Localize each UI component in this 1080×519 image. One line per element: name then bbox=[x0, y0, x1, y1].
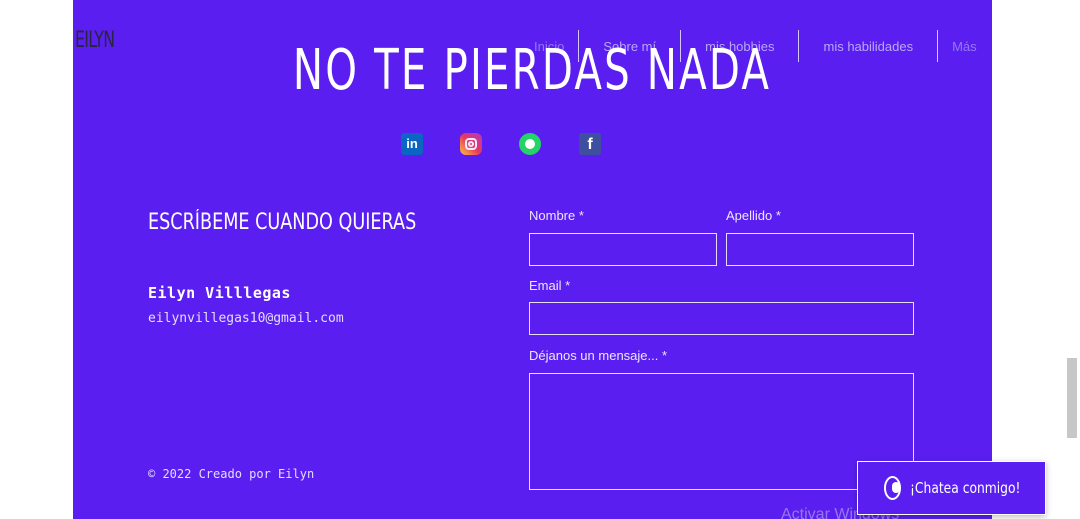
apellido-label: Apellido * bbox=[726, 208, 781, 223]
email-field[interactable] bbox=[529, 302, 914, 335]
chat-button[interactable]: ¡Chatea conmigo! bbox=[857, 461, 1046, 515]
instagram-icon[interactable] bbox=[460, 133, 482, 155]
contact-name: Eilyn Villlegas bbox=[148, 284, 291, 302]
whatsapp-icon[interactable] bbox=[519, 133, 541, 155]
message-label: Déjanos un mensaje... * bbox=[529, 348, 668, 363]
copyright: © 2022 Creado por Eilyn bbox=[148, 467, 315, 481]
contact-title: ESCRÍBEME CUANDO QUIERAS bbox=[148, 210, 417, 235]
headline: NO TE PIERDAS NADA bbox=[292, 38, 772, 103]
email-label: Email * bbox=[529, 278, 571, 293]
page: EILYN Inicio Sobre mí mis hobbies mis ha… bbox=[0, 0, 1080, 519]
linkedin-icon[interactable]: in bbox=[401, 133, 423, 155]
site-logo[interactable]: EILYN bbox=[75, 28, 115, 53]
nombre-field[interactable] bbox=[529, 233, 717, 266]
contact-email[interactable]: eilynvillegas10@gmail.com bbox=[148, 311, 344, 326]
nombre-label: Nombre * bbox=[529, 208, 584, 223]
apellido-field[interactable] bbox=[726, 233, 914, 266]
facebook-icon[interactable]: f bbox=[579, 133, 601, 155]
chat-label: ¡Chatea conmigo! bbox=[910, 479, 1021, 497]
chat-avatar-icon bbox=[884, 476, 902, 500]
scrollbar-thumb[interactable] bbox=[1067, 358, 1077, 438]
nav-item-mas[interactable]: Más bbox=[938, 30, 991, 62]
